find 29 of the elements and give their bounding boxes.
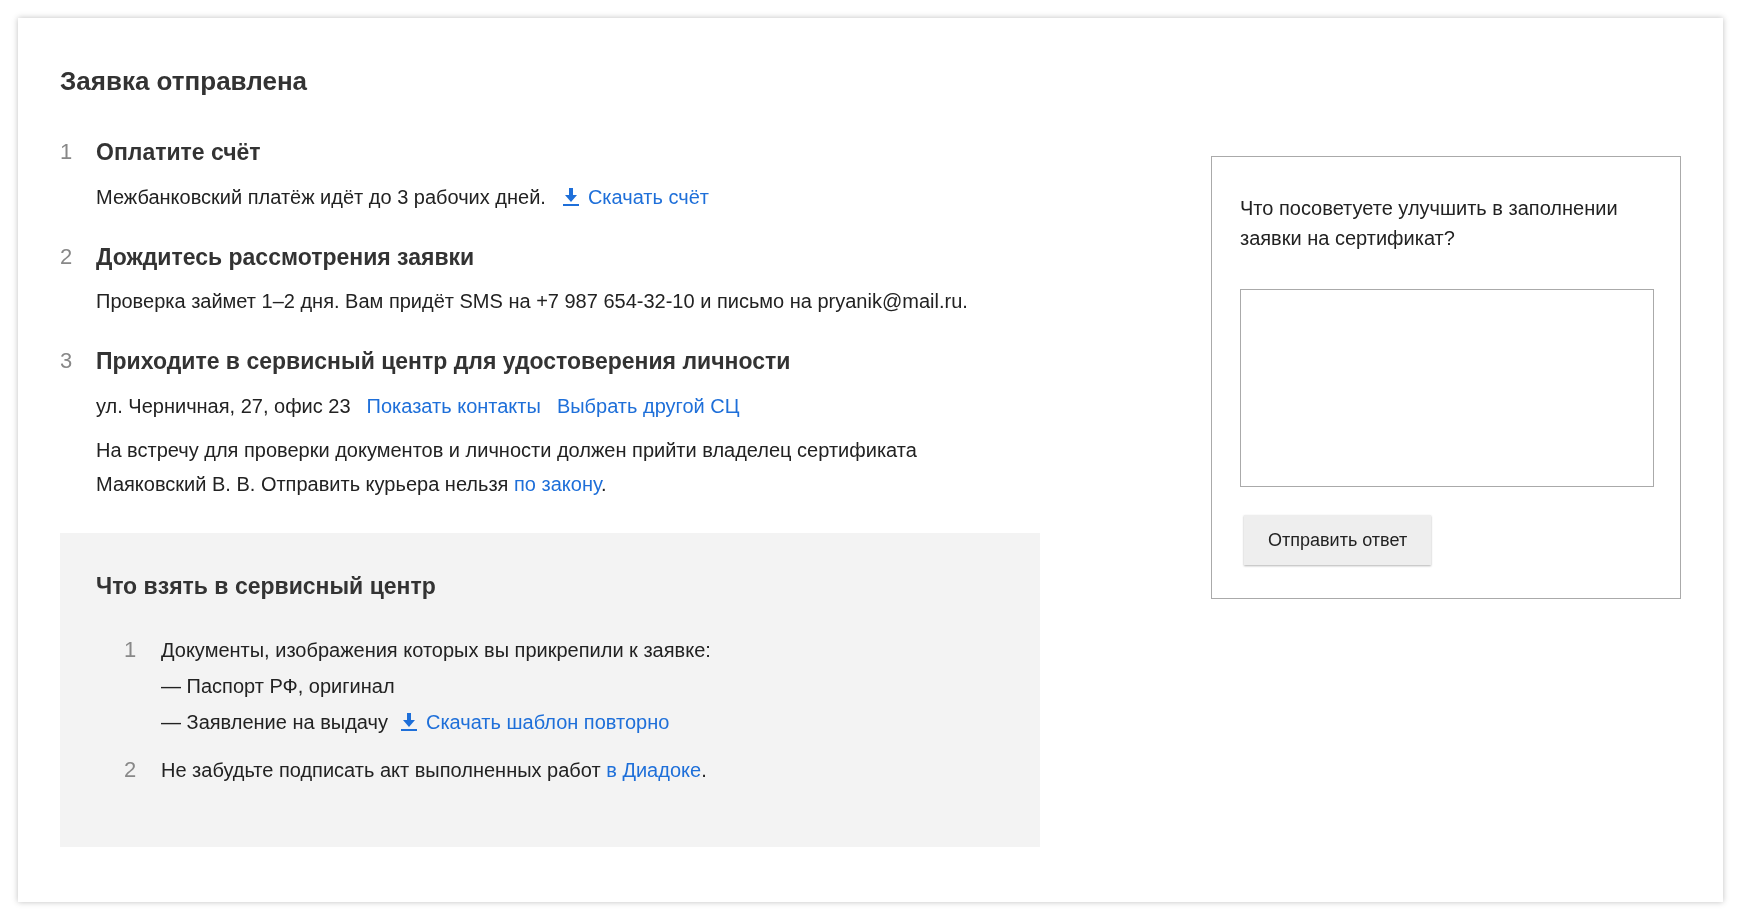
step-text: Проверка займет 1–2 дня. Вам придёт SMS на +7 987 654-32-10 и письмо на pryanik@mail.ru. bbox=[96, 289, 968, 314]
download-icon bbox=[561, 186, 580, 207]
download-link[interactable]: Скачать счёт bbox=[587, 181, 709, 212]
step-title: Оплатите счёт bbox=[96, 138, 262, 167]
feedback-question: Что посоветуете улучшить в заполнении заявки на сертификат? bbox=[1240, 196, 1619, 251]
subitem-text: — Заявление на выдачу bbox=[161, 710, 388, 735]
step-number: 1 bbox=[60, 138, 74, 166]
step-number: 3 bbox=[60, 347, 74, 375]
step-number: 2 bbox=[60, 242, 74, 271]
send-button[interactable]: Отправить ответ bbox=[1244, 515, 1432, 565]
item-number: 1 bbox=[124, 636, 138, 664]
item-text: Не забудьте подписать акт выполненных работ в Диадоке. bbox=[161, 758, 707, 783]
download-link[interactable]: Скачать шаблон повторно bbox=[425, 705, 670, 739]
link[interactable]: в Диадоке bbox=[606, 759, 702, 781]
step-text: Межбанковский платёж идёт до 3 рабочих дней. bbox=[96, 184, 546, 210]
link[interactable]: Выбрать другой СЦ bbox=[556, 390, 740, 421]
subitem-text: — Паспорт РФ, оригинал bbox=[161, 674, 395, 699]
link[interactable]: Показать контакты bbox=[366, 390, 541, 421]
page-title: Заявка отправлена bbox=[60, 65, 309, 98]
item-text: Документы, изображения которых вы прикрепили к заявке: bbox=[161, 638, 711, 663]
checklist-title: Что взять в сервисный центр bbox=[96, 571, 437, 601]
step-title: Дождитесь рассмотрения заявки bbox=[96, 242, 476, 272]
law-link[interactable]: по закону bbox=[514, 472, 601, 495]
item-number: 2 bbox=[124, 756, 138, 784]
step-note: На встречу для проверки документов и личности должен прийти владелец сертификата Маяковский В. В. Отправить курьера нельзя по закону. bbox=[96, 437, 918, 497]
step-title: Приходите в сервисный центр для удостоверения личности bbox=[96, 347, 792, 376]
feedback-input-field[interactable] bbox=[1240, 289, 1654, 487]
step-text: ул. Черничная, 27, офис 23 bbox=[96, 393, 351, 419]
download-icon bbox=[399, 712, 418, 732]
